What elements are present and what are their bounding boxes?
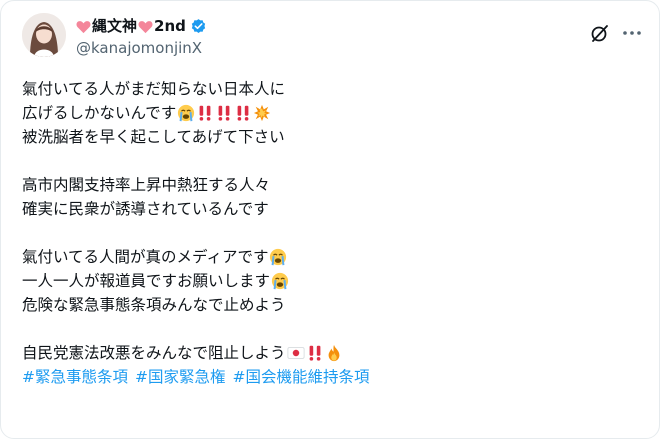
double-exclamation-icon bbox=[215, 104, 233, 122]
post-line-text: 高市内閣支持率上昇中熱狂する人々 bbox=[22, 175, 271, 194]
fire-icon bbox=[325, 344, 343, 362]
post-line-text: 広げるしかないんです bbox=[22, 103, 177, 122]
post-line-text: 被洗脳者を早く起こしてあげて下さい bbox=[22, 127, 285, 146]
display-name-suffix: 2nd bbox=[154, 17, 186, 35]
post-line-text: 危険な緊急事態条項みんなで止めよう bbox=[22, 295, 286, 314]
heart-icon bbox=[138, 19, 153, 34]
hashtag-link[interactable]: #国家緊急権 bbox=[135, 366, 226, 389]
loudly-crying-face-icon bbox=[269, 248, 287, 266]
post-line: 高市内閣支持率上昇中熱狂する人々 bbox=[22, 173, 642, 197]
loudly-crying-face-icon bbox=[271, 272, 289, 290]
post-line: 一人一人が報道員ですお願いします bbox=[22, 269, 642, 293]
more-options-icon[interactable] bbox=[620, 21, 644, 45]
post-line-text: 自民党憲法改悪をみんなで阻止しよう bbox=[22, 343, 286, 362]
display-name-text: 縄文神 bbox=[92, 17, 138, 35]
post-line: 自民党憲法改悪をみんなで阻止しよう bbox=[22, 341, 642, 365]
double-exclamation-icon bbox=[196, 104, 214, 122]
post-text: 氣付いてる人がまだ知らない日本人に 広げるしかないんです 被洗脳者を早く起こして… bbox=[22, 77, 642, 389]
post-line-text: 一人一人が報道員ですお願いします bbox=[22, 271, 271, 290]
post-line: 氣付いてる人がまだ知らない日本人に bbox=[22, 77, 642, 101]
post-card: 縄文神 2nd @kanajomonjinX 氣付いてる人がまだ知らない日本人に… bbox=[0, 0, 660, 439]
hashtag-link[interactable]: #国会機能維持条項 bbox=[233, 366, 370, 389]
post-line-text: 氣付いてる人がまだ知らない日本人に bbox=[22, 79, 286, 98]
post-header: 縄文神 2nd @kanajomonjinX bbox=[22, 13, 642, 61]
post-line: 被洗脳者を早く起こしてあげて下さい bbox=[22, 125, 642, 149]
hashtag-row: #緊急事態条項 #国家緊急権 #国会機能維持条項 bbox=[22, 365, 642, 389]
avatar[interactable] bbox=[22, 13, 66, 57]
double-exclamation-icon bbox=[234, 104, 252, 122]
verified-badge-icon bbox=[190, 18, 207, 35]
double-exclamation-icon bbox=[306, 344, 324, 362]
post-line: 確実に民衆が誘導されているんです bbox=[22, 197, 642, 221]
author-handle[interactable]: @kanajomonjinX bbox=[76, 38, 207, 58]
post-line-text: 確実に民衆が誘導されているんです bbox=[22, 199, 269, 218]
loudly-crying-face-icon bbox=[177, 104, 195, 122]
post-line: 危険な緊急事態条項みんなで止めよう bbox=[22, 293, 642, 317]
post-line: 氣付いてる人間が真のメディアです bbox=[22, 245, 642, 269]
post-line: 広げるしかないんです bbox=[22, 101, 642, 125]
display-name[interactable]: 縄文神 2nd bbox=[76, 15, 207, 37]
heart-icon bbox=[76, 19, 91, 34]
collision-icon bbox=[253, 104, 271, 122]
author-names: 縄文神 2nd @kanajomonjinX bbox=[76, 15, 207, 58]
hashtag-link[interactable]: #緊急事態条項 bbox=[22, 366, 128, 389]
japan-flag-icon bbox=[287, 344, 305, 362]
grok-icon[interactable] bbox=[588, 21, 612, 45]
post-line-text: 氣付いてる人間が真のメディアです bbox=[22, 247, 269, 266]
